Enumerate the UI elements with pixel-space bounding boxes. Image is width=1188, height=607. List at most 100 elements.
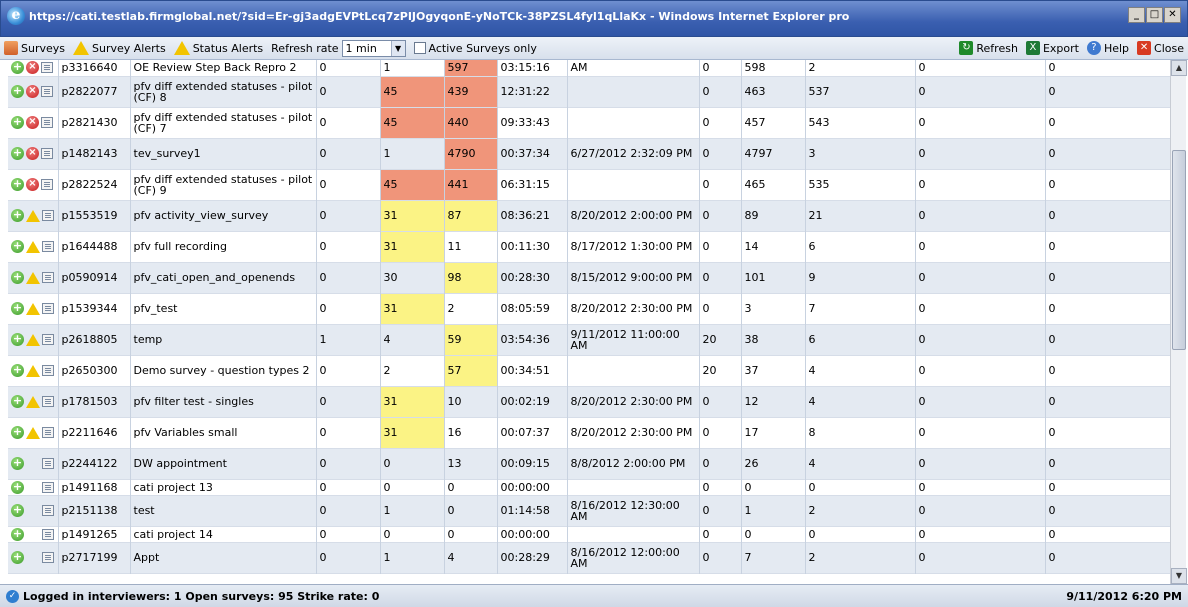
table-row[interactable]: + p2151138 test 0 1 0 01:14:58 8/16/2012 12:30:… bbox=[8, 495, 1170, 526]
survey-details-icon[interactable] bbox=[41, 62, 53, 74]
count-cell: 21 bbox=[805, 200, 916, 231]
stop-icon[interactable]: × bbox=[26, 85, 39, 98]
survey-alerts-button[interactable]: Survey Alerts bbox=[69, 38, 170, 59]
vertical-scrollbar[interactable]: ▲ ▼ bbox=[1170, 60, 1187, 584]
add-icon[interactable]: + bbox=[11, 240, 24, 253]
count-cell: 12 bbox=[741, 386, 806, 417]
table-row[interactable]: + p1539344 pfv_test 0 31 2 08:05:59 8/20/2012 2… bbox=[8, 293, 1170, 324]
survey-details-icon[interactable] bbox=[42, 481, 54, 493]
maximize-button[interactable]: □ bbox=[1146, 7, 1163, 23]
add-icon[interactable]: + bbox=[11, 61, 24, 75]
export-label: Export bbox=[1042, 41, 1079, 55]
stop-icon[interactable]: × bbox=[26, 116, 39, 129]
scroll-thumb[interactable] bbox=[1172, 150, 1186, 350]
table-row[interactable]: + × p2822524 pfv diff extended statuses - p… bbox=[8, 169, 1170, 200]
add-icon[interactable]: + bbox=[11, 480, 24, 494]
add-icon[interactable]: + bbox=[11, 85, 24, 98]
survey-name: pfv diff extended statuses - pilot (CF) … bbox=[130, 107, 317, 138]
active-surveys-toggle[interactable]: Active Surveys only bbox=[410, 38, 541, 59]
survey-details-icon[interactable] bbox=[42, 334, 54, 345]
table-row[interactable]: + p1491265 cati project 14 0 0 0 00:00:00 0 0 0 0 0… bbox=[8, 526, 1170, 542]
count-cell: 0 bbox=[316, 60, 381, 76]
table-row[interactable]: + p2618805 temp 1 4 59 03:54:36 9/11/2012 11:00… bbox=[8, 324, 1170, 355]
add-icon[interactable]: + bbox=[11, 426, 24, 439]
table-row[interactable]: + × p3316640 OE Review Step Back Repro 2015… bbox=[8, 60, 1170, 76]
table-row[interactable]: + p1781503 pfv filter test - singles 0 31 10 0… bbox=[8, 386, 1170, 417]
survey-details-icon[interactable] bbox=[42, 427, 54, 438]
survey-details-icon[interactable] bbox=[41, 86, 53, 97]
survey-details-icon[interactable] bbox=[42, 303, 54, 314]
blank-icon-slot bbox=[26, 458, 40, 470]
time-cell: 00:11:30 bbox=[497, 231, 568, 262]
table-row[interactable]: + p1553519 pfv activity_view_survey 0 31 87 08… bbox=[8, 200, 1170, 231]
survey-details-icon[interactable] bbox=[41, 148, 53, 159]
table-row[interactable]: + × p1482143 tev_survey1 0 1 4790 00:37:34 6/27/… bbox=[8, 138, 1170, 169]
scroll-down-button[interactable]: ▼ bbox=[1171, 568, 1187, 584]
refresh-rate-select[interactable]: 1 min ▼ bbox=[341, 39, 406, 57]
count-cell: 4 bbox=[805, 448, 916, 479]
table-row[interactable]: + p2650300 Demo survey - question types 20… bbox=[8, 355, 1170, 386]
survey-details-icon[interactable] bbox=[42, 210, 54, 221]
add-icon[interactable]: + bbox=[11, 551, 24, 564]
survey-alerts-label: Survey Alerts bbox=[92, 41, 166, 55]
add-icon[interactable]: + bbox=[11, 504, 24, 517]
survey-details-icon[interactable] bbox=[42, 528, 54, 540]
active-surveys-label: Active Surveys only bbox=[428, 41, 537, 55]
count-cell: 0 bbox=[805, 526, 916, 542]
warning-icon bbox=[173, 41, 190, 55]
count-cell: 0 bbox=[380, 448, 445, 479]
active-surveys-checkbox[interactable] bbox=[413, 42, 426, 54]
count-cell: 0 bbox=[444, 526, 498, 542]
add-icon[interactable]: + bbox=[11, 364, 24, 377]
status-alerts-button[interactable]: Status Alerts bbox=[170, 38, 267, 59]
time-cell: 00:09:15 bbox=[497, 448, 568, 479]
stop-icon[interactable]: × bbox=[26, 61, 39, 75]
add-icon[interactable]: + bbox=[11, 527, 24, 541]
stop-icon[interactable]: × bbox=[26, 147, 39, 160]
survey-details-icon[interactable] bbox=[42, 365, 54, 376]
survey-details-icon[interactable] bbox=[42, 241, 54, 252]
close-button[interactable]: ✕ Close bbox=[1133, 38, 1188, 59]
count-cell: 0 bbox=[699, 200, 742, 231]
survey-details-icon[interactable] bbox=[41, 117, 53, 128]
count-cell: 45 bbox=[380, 107, 445, 138]
survey-details-icon[interactable] bbox=[42, 396, 54, 407]
table-row[interactable]: + × p2822077 pfv diff extended statuses - p… bbox=[8, 76, 1170, 107]
date-cell: AM bbox=[567, 60, 700, 76]
survey-details-icon[interactable] bbox=[42, 505, 54, 516]
export-button[interactable]: X Export bbox=[1022, 38, 1083, 59]
survey-details-icon[interactable] bbox=[41, 179, 53, 190]
add-icon[interactable]: + bbox=[11, 271, 24, 284]
count-cell: 4 bbox=[444, 542, 498, 573]
count-cell: 537 bbox=[805, 76, 916, 107]
help-button[interactable]: ? Help bbox=[1083, 38, 1133, 59]
add-icon[interactable]: + bbox=[11, 209, 24, 222]
table-row[interactable]: + p2717199 Appt 0 1 4 00:28:29 8/16/2012 12:00:… bbox=[8, 542, 1170, 573]
survey-details-icon[interactable] bbox=[42, 458, 54, 469]
window-close-button[interactable]: ✕ bbox=[1164, 7, 1181, 23]
add-icon[interactable]: + bbox=[11, 457, 24, 470]
add-icon[interactable]: + bbox=[11, 333, 24, 346]
table-row[interactable]: + p0590914 pfv_cati_open_and_openends 0 30 98… bbox=[8, 262, 1170, 293]
table-row[interactable]: + p1491168 cati project 13 0 0 0 00:00:00 0 0 0 0 0… bbox=[8, 479, 1170, 495]
surveys-button[interactable]: Surveys bbox=[0, 38, 69, 59]
count-cell: 2 bbox=[805, 542, 916, 573]
minimize-button[interactable]: _ bbox=[1128, 7, 1145, 23]
add-icon[interactable]: + bbox=[11, 178, 24, 191]
table-row[interactable]: + × p2821430 pfv diff extended statuses - p… bbox=[8, 107, 1170, 138]
table-row[interactable]: + p1644488 pfv full recording 0 31 11 00:11:30… bbox=[8, 231, 1170, 262]
survey-details-icon[interactable] bbox=[42, 272, 54, 283]
scroll-up-button[interactable]: ▲ bbox=[1171, 60, 1187, 76]
table-row[interactable]: + p2244122 DW appointment 0 0 13 00:09:15 8/8/2… bbox=[8, 448, 1170, 479]
count-cell: 2 bbox=[380, 355, 445, 386]
table-row[interactable]: + p2211646 pfv Variables small 0 31 16 00:07:3… bbox=[8, 417, 1170, 448]
count-cell: 0 bbox=[316, 138, 381, 169]
add-icon[interactable]: + bbox=[11, 302, 24, 315]
survey-details-icon[interactable] bbox=[42, 552, 54, 563]
refresh-button[interactable]: ↻ Refresh bbox=[955, 38, 1022, 59]
add-icon[interactable]: + bbox=[11, 395, 24, 408]
add-icon[interactable]: + bbox=[11, 116, 24, 129]
add-icon[interactable]: + bbox=[11, 147, 24, 160]
stop-icon[interactable]: × bbox=[26, 178, 39, 191]
row-actions: + bbox=[8, 448, 59, 479]
